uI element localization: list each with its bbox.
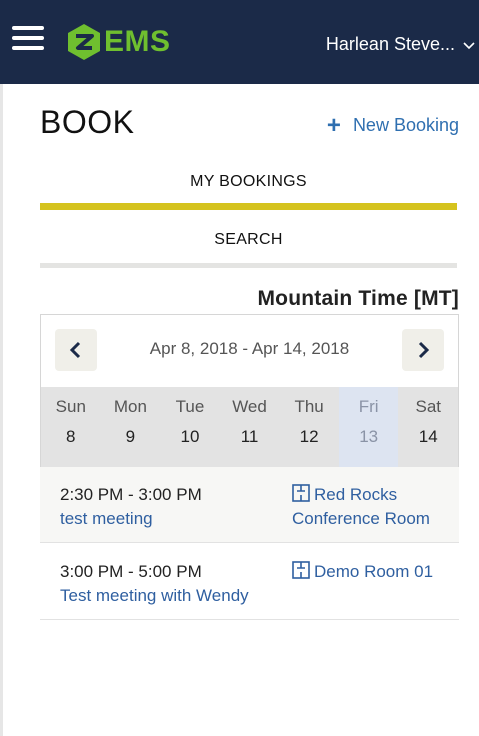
- day-name: Thu: [294, 397, 324, 416]
- booking-row[interactable]: 3:00 PM - 5:00 PM Test meeting with Wend…: [40, 544, 459, 620]
- left-edge-divider: [0, 84, 3, 736]
- day-date: 8: [66, 427, 76, 446]
- user-menu[interactable]: Harlean Steve...: [326, 34, 475, 55]
- day-date: 12: [299, 427, 319, 446]
- new-booking-button[interactable]: + New Booking: [326, 111, 459, 139]
- day-strip: Sun 8 Mon 9 Tue 10 Wed 11 Thu 12 Fri 13 …: [41, 387, 458, 467]
- day-cell-sat[interactable]: Sat 14: [398, 387, 458, 467]
- timezone-label: Mountain Time [MT]: [257, 287, 459, 310]
- day-date: 9: [125, 427, 136, 446]
- day-name: Tue: [175, 397, 205, 416]
- day-date: 10: [180, 427, 200, 446]
- booking-room-link[interactable]: Red Rocks Conference Room: [292, 483, 452, 531]
- booking-room-link[interactable]: Demo Room 01: [292, 560, 452, 584]
- day-cell-mon[interactable]: Mon 9: [101, 387, 161, 467]
- plus-icon: +: [326, 111, 341, 139]
- day-name: Fri: [358, 397, 379, 416]
- ems-logo-icon: [68, 24, 100, 60]
- room-name-line1: Demo Room 01: [314, 562, 434, 581]
- new-booking-label: New Booking: [352, 115, 459, 135]
- calendar-nav: Apr 8, 2018 - Apr 14, 2018: [41, 315, 458, 387]
- chevron-down-icon: [463, 41, 475, 49]
- room-icon: [292, 484, 310, 502]
- next-week-button[interactable]: [402, 329, 444, 371]
- tab-active-indicator: [40, 203, 457, 210]
- day-name: Sat: [415, 397, 442, 416]
- ems-logo[interactable]: EMS: [66, 22, 171, 62]
- room-name-line1: Red Rocks: [314, 485, 398, 504]
- top-app-bar: EMS Harlean Steve...: [0, 0, 479, 84]
- room-icon: [292, 561, 310, 579]
- room-name-line2: Conference Room: [292, 509, 430, 528]
- day-cell-fri-today[interactable]: Fri 13: [338, 387, 399, 467]
- day-cell-sun[interactable]: Sun 8: [41, 387, 101, 467]
- tab-inactive-indicator: [40, 263, 457, 268]
- date-range: Apr 8, 2018 - Apr 14, 2018: [149, 339, 350, 358]
- day-cell-tue[interactable]: Tue 10: [160, 387, 220, 467]
- tab-search[interactable]: SEARCH: [40, 218, 457, 262]
- day-cell-thu[interactable]: Thu 12: [279, 387, 339, 467]
- user-name: Harlean Steve...: [325, 34, 455, 54]
- day-cell-wed[interactable]: Wed 11: [220, 387, 280, 467]
- chevron-right-icon: [418, 341, 430, 359]
- day-date: 14: [418, 427, 438, 446]
- day-name: Mon: [113, 397, 147, 416]
- booking-time: 3:00 PM - 5:00 PM: [60, 562, 202, 581]
- day-name: Wed: [232, 397, 267, 416]
- logo-text: EMS: [104, 25, 171, 58]
- hamburger-menu-icon[interactable]: [12, 26, 44, 54]
- booking-title-link[interactable]: test meeting: [60, 509, 153, 529]
- booking-time: 2:30 PM - 3:00 PM: [60, 485, 202, 504]
- tab-my-bookings[interactable]: MY BOOKINGS: [40, 160, 457, 204]
- day-date: 11: [240, 427, 259, 446]
- day-name: Sun: [55, 397, 86, 416]
- booking-title-link[interactable]: Test meeting with Wendy: [60, 586, 249, 606]
- week-calendar: Apr 8, 2018 - Apr 14, 2018 Sun 8 Mon 9 T…: [40, 314, 459, 467]
- booking-row[interactable]: 2:30 PM - 3:00 PM test meeting Red Rocks…: [40, 467, 459, 543]
- page-title: BOOK: [40, 104, 135, 140]
- day-date: 13: [359, 427, 379, 446]
